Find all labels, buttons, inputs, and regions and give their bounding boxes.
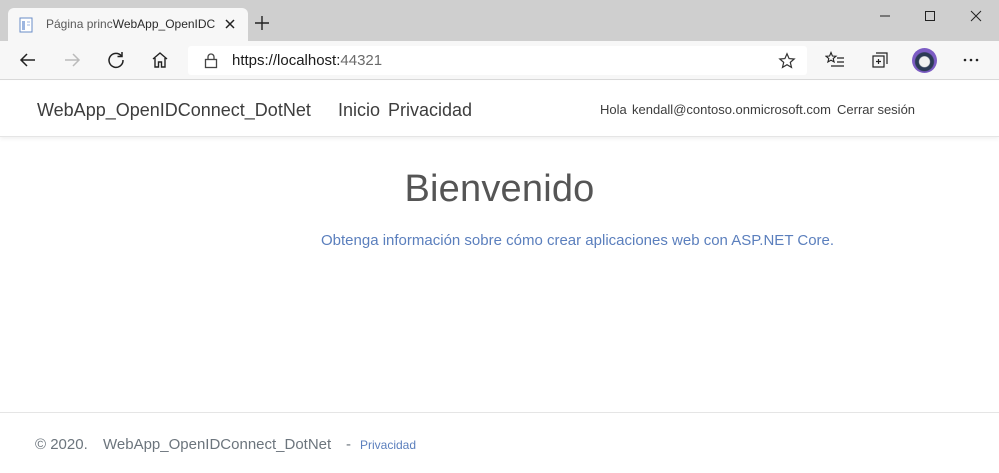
collections-icon[interactable] xyxy=(870,50,890,70)
close-window-icon[interactable] xyxy=(966,6,986,26)
refresh-icon[interactable] xyxy=(106,50,126,70)
new-tab-icon[interactable] xyxy=(253,14,271,32)
footer-separator: - xyxy=(346,436,351,453)
home-icon[interactable] xyxy=(150,50,170,70)
learn-suffix-text: . xyxy=(829,232,835,249)
tab-title: Página princWebApp_OpenIDC xyxy=(46,17,216,31)
profile-avatar[interactable] xyxy=(912,48,937,73)
greeting-text: Hola xyxy=(600,102,627,117)
maximize-icon[interactable] xyxy=(920,6,940,26)
site-navbar: WebApp_OpenIDConnect_DotNet Inicio Priva… xyxy=(0,81,999,137)
footer-privacy-link[interactable]: Privacidad xyxy=(360,438,416,452)
welcome-heading: Bienvenido xyxy=(404,168,595,210)
favorite-star-icon[interactable] xyxy=(778,52,796,70)
nav-home-link[interactable]: Inicio xyxy=(338,100,380,121)
site-brand-link[interactable]: WebApp_OpenIDConnect_DotNet xyxy=(37,100,311,121)
browser-toolbar: https://localhost:44321 xyxy=(0,41,999,80)
main-content: Bienvenido Obtenga información sobre cóm… xyxy=(0,138,999,412)
learn-paragraph: Obtenga información sobre cómo crear apl… xyxy=(321,232,834,249)
address-bar[interactable]: https://localhost:44321 xyxy=(188,46,807,75)
lock-icon[interactable] xyxy=(203,52,219,69)
user-account-link[interactable]: kendall@contoso.onmicrosoft.com xyxy=(632,102,831,117)
back-icon[interactable] xyxy=(18,50,38,70)
page-favicon-icon xyxy=(19,17,33,33)
learn-aspnet-link[interactable]: información sobre cómo crear aplicacione… xyxy=(383,232,830,249)
learn-prefix-text: Obtenga xyxy=(321,232,383,249)
url-text[interactable]: https://localhost:44321 xyxy=(232,52,382,69)
footer-app-name: WebApp_OpenIDConnect_DotNet xyxy=(103,436,332,453)
site-footer: © 2020. WebApp_OpenIDConnect_DotNet - Pr… xyxy=(0,412,999,473)
close-tab-icon[interactable] xyxy=(223,17,237,31)
more-options-icon[interactable] xyxy=(961,50,981,70)
minimize-icon[interactable] xyxy=(875,6,895,26)
nav-privacy-link[interactable]: Privacidad xyxy=(388,100,472,121)
signout-link[interactable]: Cerrar sesión xyxy=(837,102,915,117)
browser-titlebar: Página princWebApp_OpenIDC xyxy=(0,0,999,41)
browser-tab[interactable]: Página princWebApp_OpenIDC xyxy=(8,8,248,41)
forward-icon[interactable] xyxy=(62,50,82,70)
favorites-list-icon[interactable] xyxy=(825,50,845,70)
footer-copyright: © 2020. xyxy=(35,436,88,453)
